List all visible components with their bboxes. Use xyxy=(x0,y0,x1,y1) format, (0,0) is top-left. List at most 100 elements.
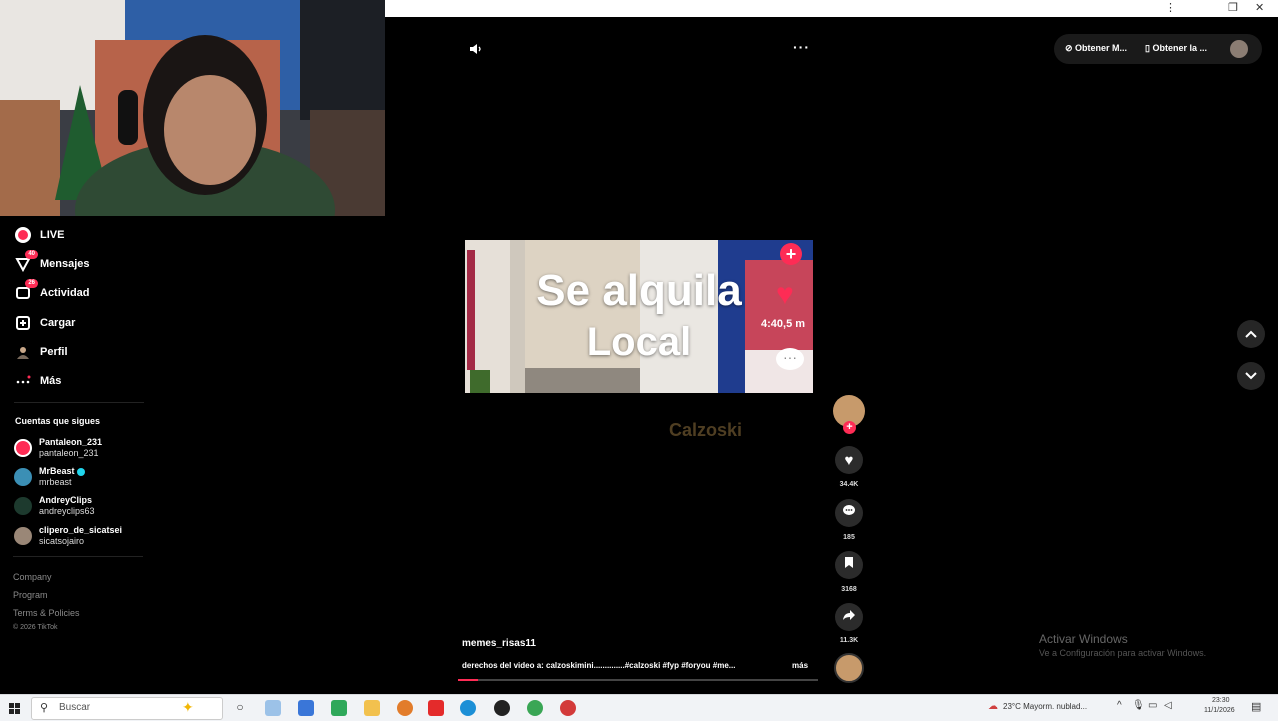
get-app-button-1[interactable]: ⊘ Obtener M... xyxy=(1065,43,1127,54)
task-view-icon[interactable]: ○ xyxy=(232,700,248,716)
menu-dots-icon[interactable]: ⋮ xyxy=(1165,1,1176,14)
account-name: MrBeast xyxy=(39,466,86,477)
obs-icon[interactable] xyxy=(494,700,510,716)
share-count: 11.3K xyxy=(839,637,859,644)
network-icon[interactable]: ▭ xyxy=(1148,700,1157,711)
activity-badge: 26 xyxy=(25,279,38,288)
chevron-down-icon xyxy=(1245,367,1257,385)
file-explorer-icon[interactable] xyxy=(364,700,380,716)
sidebar-item-upload[interactable]: Cargar xyxy=(14,314,75,332)
follow-plus-icon[interactable]: + xyxy=(843,421,856,434)
chat-icon[interactable] xyxy=(331,700,347,716)
following-account[interactable]: AndreyClips andreyclips63 xyxy=(14,495,95,517)
sidebar-item-label: Más xyxy=(40,375,62,387)
progress-track[interactable] xyxy=(458,679,818,681)
following-account[interactable]: clipero_de_sicatsei sicatsojairo xyxy=(14,525,122,547)
account-handle: pantaleon_231 xyxy=(39,448,99,458)
sidebar-item-live[interactable]: LIVE xyxy=(14,226,64,244)
webcam-overlay xyxy=(0,0,385,216)
music-disc-icon[interactable] xyxy=(834,653,864,683)
inner-heart-icon: ♥ xyxy=(776,278,794,311)
save-button[interactable] xyxy=(835,551,863,579)
profile-icon xyxy=(14,343,32,361)
sidebar-item-label: Mensajes xyxy=(40,258,90,270)
sidebar-item-label: LIVE xyxy=(40,229,65,241)
search-icon: ⚲ xyxy=(40,702,49,714)
taskbar-search[interactable]: ⚲ Buscar ✦ xyxy=(31,697,223,720)
firefox-icon[interactable] xyxy=(397,700,413,716)
sidebar-divider xyxy=(13,556,143,557)
sidebar-item-more[interactable]: Más xyxy=(14,372,61,390)
progress-fill xyxy=(458,679,478,681)
video-player[interactable]: Se alquila Local + ♥ 4:40,5 m ··· xyxy=(465,240,813,393)
following-title: Cuentas que sigues xyxy=(15,416,101,426)
footer-link-terms[interactable]: Terms & Policies xyxy=(13,608,80,618)
search-placeholder: Buscar xyxy=(59,702,91,713)
share-button[interactable] xyxy=(835,603,863,631)
account-name: clipero_de_sicatsei xyxy=(39,525,123,535)
like-count: 34.4K xyxy=(839,481,859,488)
more-icon xyxy=(14,372,32,390)
close-window-icon[interactable]: ✕ xyxy=(1255,1,1264,14)
clock-time[interactable]: 23:30 xyxy=(1212,697,1230,704)
avatar xyxy=(14,527,32,545)
weather-icon: ☁ xyxy=(988,701,998,712)
sidebar-item-activity[interactable]: 26 Actividad xyxy=(14,279,90,302)
heart-icon: ♥ xyxy=(844,451,854,469)
chrome-icon[interactable] xyxy=(527,700,543,716)
user-avatar[interactable] xyxy=(1230,40,1248,58)
volume-icon[interactable] xyxy=(468,41,484,62)
next-video-button[interactable] xyxy=(1237,362,1265,390)
activity-icon: 26 xyxy=(14,279,38,302)
widgets-icon[interactable] xyxy=(265,700,281,716)
account-handle: mrbeast xyxy=(39,477,72,487)
video-frame-image xyxy=(465,240,813,393)
restore-window-icon[interactable]: ❐ xyxy=(1228,1,1238,14)
weather-text[interactable]: 23°C Mayorm. nublad... xyxy=(1003,702,1087,711)
footer-copyright: © 2026 TikTok xyxy=(13,624,58,631)
previous-video-button[interactable] xyxy=(1237,320,1265,348)
volume-tray-icon[interactable]: ◁ xyxy=(1164,700,1172,711)
comment-icon xyxy=(842,504,856,522)
account-handle: sicatsojairo xyxy=(39,536,85,546)
start-icon[interactable] xyxy=(9,702,21,720)
video-caption-line1: Se alquila xyxy=(536,266,742,315)
account-name: AndreyClips xyxy=(39,495,93,505)
avatar xyxy=(14,497,32,515)
copilot-sparkle-icon: ✦ xyxy=(182,699,194,715)
comment-button[interactable] xyxy=(835,499,863,527)
inner-distance-label: 4:40,5 m xyxy=(761,318,806,330)
more-link[interactable]: más xyxy=(792,661,808,670)
sidebar-item-label: Actividad xyxy=(40,287,90,299)
following-account[interactable]: MrBeast mrbeast xyxy=(14,466,86,488)
app-icon[interactable] xyxy=(560,700,576,716)
comment-count: 185 xyxy=(843,534,855,541)
tray-chevron-icon[interactable]: ^ xyxy=(1117,700,1122,711)
youtube-icon[interactable] xyxy=(428,700,444,716)
notification-icon[interactable]: ▤ xyxy=(1251,700,1261,713)
footer-link-program[interactable]: Program xyxy=(13,590,48,600)
share-icon xyxy=(842,608,856,626)
clock-date[interactable]: 11/1/2026 xyxy=(1204,707,1235,714)
inner-follow-icon: + xyxy=(780,243,802,265)
video-author[interactable]: memes_risas11 xyxy=(462,638,536,649)
following-account[interactable]: Pantaleon_231 pantaleon_231 xyxy=(14,437,102,459)
bookmark-icon xyxy=(844,556,854,574)
sidebar-item-profile[interactable]: Perfil xyxy=(14,343,68,361)
like-button[interactable]: ♥ xyxy=(835,446,863,474)
edge-icon[interactable] xyxy=(460,700,476,716)
avatar xyxy=(14,439,32,457)
save-count: 3168 xyxy=(841,586,857,593)
footer-link-company[interactable]: Company xyxy=(13,572,52,582)
sidebar-item-messages[interactable]: 40 Mensajes xyxy=(14,250,90,273)
account-name: Pantaleon_231 xyxy=(39,437,103,447)
get-app-button-2[interactable]: ▯ Obtener la ... xyxy=(1145,43,1207,54)
video-options-icon[interactable]: ··· xyxy=(793,39,810,55)
webcam-image xyxy=(0,0,385,216)
mic-icon[interactable]: 🎙 xyxy=(1132,700,1145,711)
teams-icon[interactable] xyxy=(298,700,314,716)
activation-title: Activar Windows xyxy=(1039,632,1128,646)
sidebar-item-label: Perfil xyxy=(40,346,68,358)
inner-comment-icon: ··· xyxy=(776,348,804,370)
chevron-up-icon xyxy=(1245,325,1257,343)
